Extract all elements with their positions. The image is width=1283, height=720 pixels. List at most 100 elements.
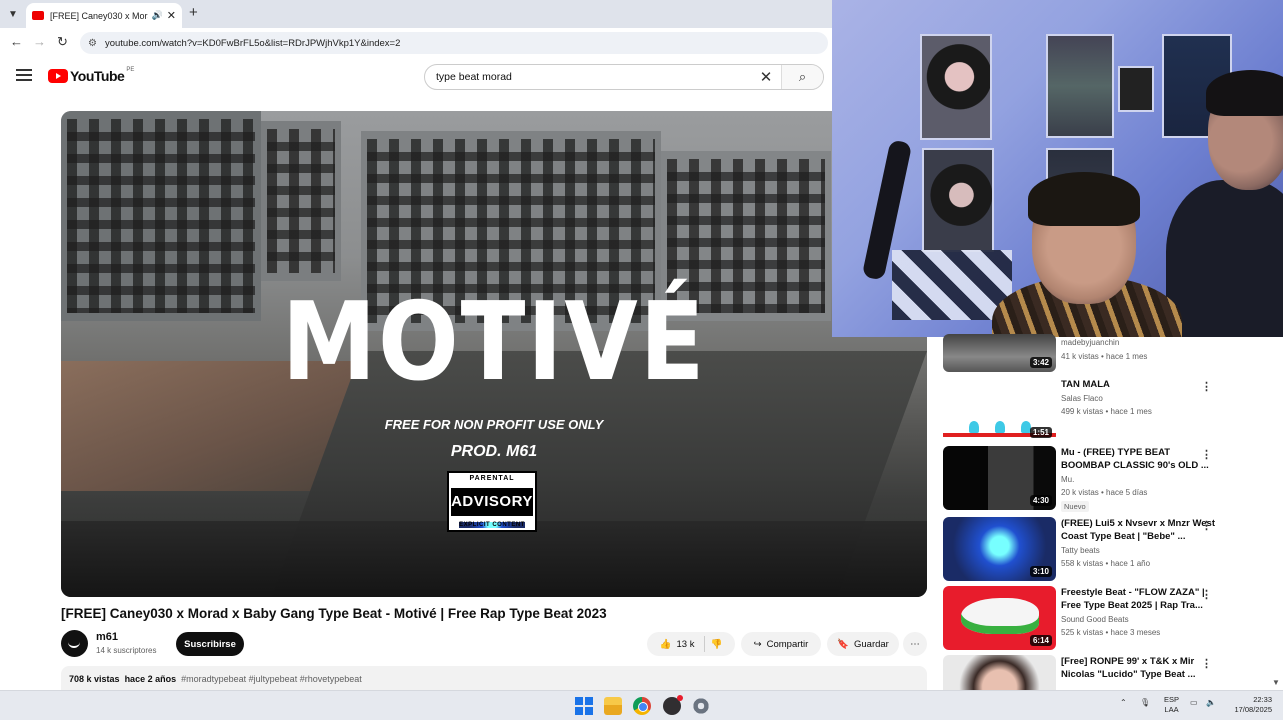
advisory-bottom: EXPLICIT CONTENT <box>459 522 525 528</box>
thumbs-up-icon: 👍 <box>659 638 672 650</box>
tab-strip: ▼ [FREE] Caney030 x Morad x 🔊 ✕ + <box>0 0 832 28</box>
tray-chevron-up-icon[interactable]: ⌃ <box>1120 698 1127 707</box>
youtube-header: YouTube PE type beat morad ✕ ⌕ <box>0 56 832 98</box>
more-vert-icon[interactable]: ⋮ <box>1201 380 1212 393</box>
channel-name[interactable]: m61 <box>96 631 118 643</box>
dislike-button[interactable]: 👎 <box>710 639 722 650</box>
share-button[interactable]: ↪ Compartir <box>741 632 821 656</box>
bookmark-icon: 🔖 <box>837 638 849 650</box>
new-tab-button[interactable]: + <box>189 4 198 21</box>
recommendation-item[interactable]: 3:10 (FREE) Lui5 x Nvsevr x Mnzr West Co… <box>943 517 1273 581</box>
volume-icon[interactable]: 🔈 <box>1206 698 1216 707</box>
rec-title[interactable]: [Free] RONPE 99' x T&K x Mir Nicolas "Lu… <box>1061 655 1221 681</box>
rec-channel[interactable]: Salas Flaco <box>1061 394 1103 403</box>
microphone-icon[interactable]: 🎙 <box>1140 698 1150 707</box>
video-thumbnail[interactable]: 1:51 <box>943 378 1056 442</box>
recommendation-item[interactable]: 1:51 TAN MALA Salas Flaco 499 k vistas •… <box>943 378 1273 442</box>
overlay-line2: PROD. M61 <box>450 443 538 460</box>
figure-icon <box>969 421 979 433</box>
rec-channel[interactable]: Tatty beats <box>1061 546 1100 555</box>
address-bar: ← → ↻ ⚙ youtube.com/watch?v=KD0FwBrFL5o&… <box>0 28 832 56</box>
channel-avatar[interactable] <box>61 630 88 657</box>
recommendation-item[interactable]: 4:30 Mu - (FREE) TYPE BEAT BOOMBAP CLASS… <box>943 446 1273 512</box>
more-horizontal-icon: ⋯ <box>910 638 920 650</box>
recommendation-item[interactable]: [Free] RONPE 99' x T&K x Mir Nicolas "Lu… <box>943 655 1273 690</box>
more-vert-icon[interactable]: ⋮ <box>1201 448 1212 461</box>
wall-poster <box>1046 34 1114 138</box>
video-thumbnail[interactable]: 6:14 <box>943 586 1056 650</box>
settings-gear-icon[interactable] <box>692 697 710 715</box>
tab-search-chevron-icon[interactable]: ▼ <box>4 5 22 23</box>
video-thumbnail[interactable]: 3:42 <box>943 334 1056 372</box>
wall-poster <box>922 148 994 252</box>
screen: ▼ [FREE] Caney030 x Morad x 🔊 ✕ + ← → ↻ … <box>0 0 1283 720</box>
like-dislike-group: 👍 13 k 👎 <box>647 632 735 656</box>
rec-meta: 499 k vistas • hace 1 mes <box>1061 407 1152 416</box>
youtube-play-icon <box>48 69 68 83</box>
wall-poster <box>1118 66 1154 112</box>
tab-title: [FREE] Caney030 x Morad x <box>50 10 148 21</box>
tab-youtube[interactable]: [FREE] Caney030 x Morad x 🔊 ✕ <box>26 3 182 28</box>
subscribe-button[interactable]: Suscribirse <box>176 632 244 656</box>
more-vert-icon[interactable]: ⋮ <box>1201 588 1212 601</box>
rec-channel[interactable]: Sound Good Beats <box>1061 615 1129 624</box>
rec-channel[interactable]: Mu. <box>1061 475 1074 484</box>
clock[interactable]: 22:33 17/08/2025 <box>1226 695 1272 715</box>
reload-icon[interactable]: ↻ <box>57 34 68 50</box>
url-field[interactable]: ⚙ youtube.com/watch?v=KD0FwBrFL5o&list=R… <box>80 32 828 54</box>
obs-icon[interactable] <box>663 695 683 715</box>
recommendation-item[interactable]: 3:42 madebyjuanchin 41 k vistas • hace 1… <box>943 334 1273 372</box>
rec-meta: 525 k vistas • hace 3 meses <box>1061 628 1161 637</box>
search-input[interactable]: type beat morad <box>425 71 751 83</box>
like-button[interactable]: 👍 13 k <box>660 636 706 652</box>
description-box[interactable]: 708 k vistas hace 2 años #moradtypebeat … <box>61 666 927 690</box>
rec-title[interactable]: TAN MALA <box>1061 378 1221 391</box>
video-player[interactable]: MOTIVÉ FREE FOR NON PROFIT USE ONLY PROD… <box>61 111 927 597</box>
duration-badge: 6:14 <box>1029 635 1052 646</box>
share-icon: ↪ <box>753 638 762 650</box>
hashtags[interactable]: #moradtypebeat #jultypebeat #rhovetypebe… <box>181 674 362 684</box>
duration-badge: 3:10 <box>1029 566 1052 577</box>
forward-icon[interactable]: → <box>33 34 46 49</box>
taskbar: ⌃ 🎙 ESP LAA ▭ 🔈 22:33 17/08/2025 <box>0 690 1283 720</box>
person-center <box>992 172 1182 337</box>
new-badge: Nuevo <box>1061 501 1089 512</box>
railing <box>61 521 927 597</box>
wall-poster <box>920 34 992 140</box>
chrome-icon[interactable] <box>633 697 651 715</box>
clock-date: 17/08/2025 <box>1234 705 1272 714</box>
scroll-down-arrow-icon[interactable]: ▼ <box>1272 678 1280 687</box>
clock-time: 22:33 <box>1253 695 1272 704</box>
site-info-icon[interactable]: ⚙ <box>88 38 97 49</box>
speaker-icon[interactable]: 🔊 <box>152 10 163 21</box>
upload-age: hace 2 años <box>124 674 177 684</box>
video-thumbnail[interactable] <box>943 655 1056 690</box>
clear-search-icon[interactable]: ✕ <box>751 68 781 86</box>
recommendation-item[interactable]: 6:14 Freestyle Beat - "FLOW ZAZA" | Free… <box>943 586 1273 650</box>
rec-channel[interactable]: madebyjuanchin <box>1061 338 1119 347</box>
video-thumbnail[interactable]: 4:30 <box>943 446 1056 510</box>
search-button[interactable]: ⌕ <box>781 65 823 89</box>
video-thumbnail[interactable]: 3:10 <box>943 517 1056 581</box>
network-icon[interactable]: ▭ <box>1190 698 1198 707</box>
windows-start-icon[interactable] <box>575 697 593 715</box>
tab-close-icon[interactable]: ✕ <box>167 9 176 22</box>
rec-meta: 20 k vistas • hace 5 días <box>1061 488 1148 497</box>
duration-badge: 1:51 <box>1029 427 1052 438</box>
advisory-top: PARENTAL <box>469 475 515 482</box>
rec-meta: 558 k vistas • hace 1 año <box>1061 559 1151 568</box>
more-vert-icon[interactable]: ⋮ <box>1201 657 1212 670</box>
rec-title[interactable]: Freestyle Beat - "FLOW ZAZA" | Free Type… <box>1061 586 1221 612</box>
file-explorer-icon[interactable] <box>604 697 622 715</box>
back-icon[interactable]: ← <box>10 34 23 49</box>
hamburger-menu-icon[interactable] <box>16 69 32 81</box>
channel-subscribers: 14 k suscriptores <box>96 646 157 655</box>
more-actions-button[interactable]: ⋯ <box>903 632 927 656</box>
rec-title[interactable]: Mu - (FREE) TYPE BEAT BOOMBAP CLASSIC 90… <box>1061 446 1221 472</box>
input-language[interactable]: ESP LAA <box>1164 695 1179 715</box>
rec-title[interactable]: (FREE) Lui5 x Nvsevr x Mnzr West Coast T… <box>1061 517 1221 543</box>
more-vert-icon[interactable]: ⋮ <box>1201 519 1212 532</box>
youtube-logo[interactable]: YouTube PE <box>48 67 134 84</box>
save-button[interactable]: 🔖 Guardar <box>827 632 899 656</box>
parental-advisory-logo: PARENTAL ADVISORY EXPLICIT CONTENT <box>447 471 537 532</box>
